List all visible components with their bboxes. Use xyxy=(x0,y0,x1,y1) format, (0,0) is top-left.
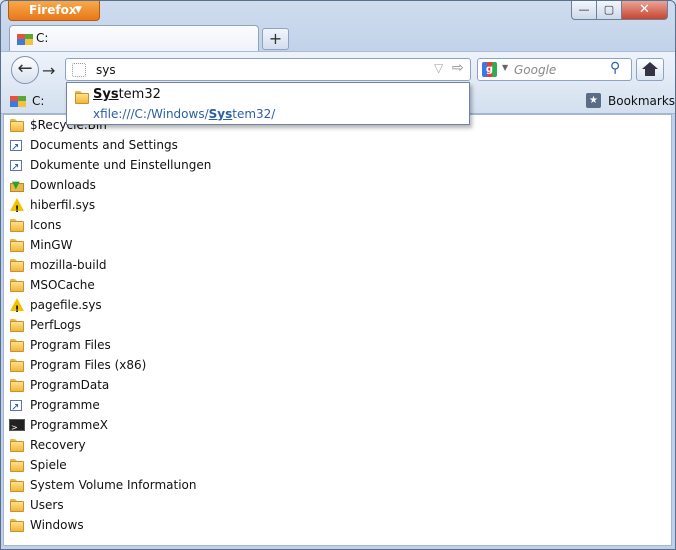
file-link[interactable]: MSOCache xyxy=(30,275,95,295)
windows-drive-icon xyxy=(17,31,33,47)
firefox-menu-button[interactable]: Firefox ▼ xyxy=(8,1,100,21)
file-link[interactable]: Recovery xyxy=(30,435,86,455)
folder-icon xyxy=(9,477,25,493)
file-link[interactable]: ProgrammeX xyxy=(30,415,108,435)
file-link[interactable]: PerfLogs xyxy=(30,315,81,335)
minimize-button[interactable]: — xyxy=(571,1,597,20)
chevron-down-icon: ▼ xyxy=(75,5,82,15)
folder-icon xyxy=(9,317,25,333)
folder-icon xyxy=(9,117,25,133)
browser-window: Firefox ▼ — ▢ ✕ C: + ← → ▽ ⇨ g ▼ Google … xyxy=(0,0,676,550)
file-link[interactable]: System Volume Information xyxy=(30,475,196,495)
back-button[interactable]: ← xyxy=(11,56,39,84)
folder-icon xyxy=(9,277,25,293)
shortcut-icon xyxy=(9,157,25,178)
autocomplete-title[interactable]: System32 xyxy=(93,87,161,102)
file-link[interactable]: hiberfil.sys xyxy=(30,195,95,215)
folder-icon xyxy=(74,89,90,105)
folder-icon xyxy=(9,517,25,533)
google-engine-icon[interactable]: g xyxy=(482,62,497,77)
folder-icon xyxy=(9,337,25,353)
tab-label: C: xyxy=(36,31,49,45)
folder-icon xyxy=(9,437,25,453)
folder-icon xyxy=(9,217,25,233)
shortcut-icon xyxy=(9,397,25,418)
tab-c-drive[interactable]: C: xyxy=(9,25,259,51)
warning-icon xyxy=(9,197,25,220)
search-icon[interactable]: ⚲ xyxy=(610,60,620,76)
site-identity-icon[interactable] xyxy=(72,63,86,77)
file-link[interactable]: mozilla-build xyxy=(30,255,107,275)
file-link[interactable]: Icons xyxy=(30,215,61,235)
engine-dropdown-icon[interactable]: ▼ xyxy=(502,63,508,72)
maximize-button[interactable]: ▢ xyxy=(596,1,622,20)
home-button[interactable] xyxy=(636,58,664,81)
folder-icon xyxy=(9,457,25,473)
history-dropdown-icon[interactable]: ▽ xyxy=(434,61,443,75)
folder-icon xyxy=(9,497,25,513)
file-link[interactable]: Documents and Settings xyxy=(30,135,178,155)
folder-icon xyxy=(9,257,25,273)
file-link[interactable]: Programme xyxy=(30,395,100,415)
file-link[interactable]: Downloads xyxy=(30,175,96,195)
console-icon xyxy=(9,417,25,438)
url-autocomplete-popup[interactable]: System32 xfile:///C:/Windows/System32/ xyxy=(66,82,470,125)
folder-icon xyxy=(9,237,25,253)
file-link[interactable]: Windows xyxy=(30,515,84,535)
file-link[interactable]: Spiele xyxy=(30,455,67,475)
new-tab-button[interactable]: + xyxy=(262,28,289,50)
url-input[interactable] xyxy=(96,61,426,78)
file-link[interactable]: pagefile.sys xyxy=(30,295,102,315)
search-input[interactable]: Google xyxy=(514,63,556,77)
windows-drive-icon xyxy=(10,93,26,109)
file-link[interactable]: Users xyxy=(30,495,64,515)
file-link[interactable]: Program Files xyxy=(30,335,111,355)
bookmarks-menu-button[interactable]: ★ Bookmarks xyxy=(586,92,675,110)
file-link[interactable]: Dokumente und Einstellungen xyxy=(30,155,211,175)
bookmarks-star-icon: ★ xyxy=(586,93,601,108)
bookmark-label: C: xyxy=(32,94,45,108)
bookmarks-menu-label: Bookmarks xyxy=(608,94,676,108)
file-link[interactable]: Program Files (x86) xyxy=(30,355,146,375)
warning-icon xyxy=(9,297,25,320)
home-icon xyxy=(642,62,658,78)
forward-button[interactable]: → xyxy=(42,61,55,80)
go-arrow-icon[interactable]: ⇨ xyxy=(452,60,464,76)
shortcut-icon xyxy=(9,137,25,158)
file-link[interactable]: ProgramData xyxy=(30,375,109,395)
url-bar[interactable]: ▽ ⇨ xyxy=(65,58,471,81)
search-bar[interactable]: g ▼ Google ⚲ xyxy=(477,58,632,81)
close-button[interactable]: ✕ xyxy=(621,1,668,20)
directory-listing: $Recycle.BinDocuments and SettingsDokume… xyxy=(3,114,672,546)
autocomplete-url[interactable]: xfile:///C:/Windows/System32/ xyxy=(93,107,275,121)
folder-icon xyxy=(9,377,25,393)
folder-icon xyxy=(9,357,25,373)
firefox-menu-label: Firefox xyxy=(29,3,77,17)
file-link[interactable]: MinGW xyxy=(30,235,72,255)
downloads-folder-icon xyxy=(9,176,25,196)
